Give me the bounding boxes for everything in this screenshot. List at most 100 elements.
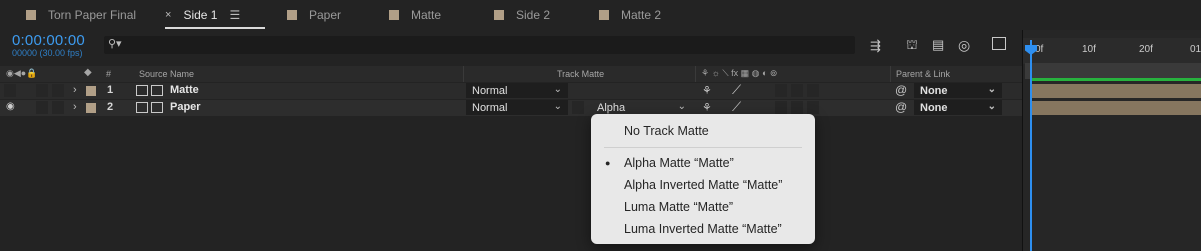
- label-color-swatch: [494, 10, 504, 20]
- frame-blending-icon[interactable]: ▤: [932, 37, 944, 53]
- parent-value: None: [920, 84, 948, 97]
- switch-cell[interactable]: [775, 101, 787, 114]
- solo-toggle[interactable]: [36, 84, 48, 97]
- layer-column-header: ◉◀●🔒 ◆ # Source Name Track Matte ⚘ ☼ ⟍ f…: [0, 66, 1022, 82]
- render-cache-indicator: [1032, 78, 1201, 81]
- time-ruler[interactable]: 0f 10f 20f 01: [1023, 38, 1201, 64]
- chevron-right-icon[interactable]: ›: [73, 84, 77, 96]
- switch-cell[interactable]: [807, 101, 819, 114]
- label-color-swatch[interactable]: [86, 103, 96, 113]
- solo-toggle[interactable]: [36, 101, 48, 114]
- blend-mode-dropdown[interactable]: Normal ⌄: [466, 100, 568, 115]
- label-color-swatch: [599, 10, 609, 20]
- menu-item-alpha-matte[interactable]: Alpha Matte “Matte”: [624, 156, 734, 170]
- chevron-down-icon: ⌄: [987, 101, 996, 112]
- layer-bar-paper[interactable]: [1030, 101, 1201, 115]
- tab-label: Matte 2: [621, 8, 662, 22]
- quality-icon[interactable]: ⟋: [732, 99, 741, 115]
- layer-row-paper[interactable]: ◉ › 2 Paper Normal ⌄ Alpha ⌄ ⚘ ⟋ @ None …: [0, 99, 1022, 116]
- visibility-toggle[interactable]: [4, 84, 16, 97]
- layer-type-icon: [151, 102, 163, 113]
- blend-mode-value: Normal: [472, 101, 508, 114]
- track-matte-menu: No Track Matte ● Alpha Matte “Matte” Alp…: [591, 114, 815, 244]
- chevron-down-icon: ⌄: [987, 84, 996, 95]
- tab-menu-icon[interactable]: ☰: [229, 8, 240, 22]
- menu-item-luma-matte[interactable]: Luma Matte “Matte”: [624, 200, 733, 214]
- shy-icon[interactable]: ⚘: [702, 101, 712, 114]
- tab-side-1[interactable]: × Side 1 ☰: [165, 0, 240, 30]
- pick-whip-icon[interactable]: @: [895, 83, 907, 97]
- parent-link-header: Parent & Link: [896, 69, 951, 79]
- switch-cell[interactable]: [791, 101, 803, 114]
- track-matte-dropdown[interactable]: Alpha ⌄: [592, 100, 692, 115]
- tab-label: Torn Paper Final: [48, 8, 137, 22]
- tab-side-2[interactable]: Side 2: [494, 0, 550, 30]
- parent-dropdown[interactable]: None ⌄: [914, 83, 1002, 98]
- parent-dropdown[interactable]: None ⌄: [914, 100, 1002, 115]
- tab-paper[interactable]: Paper: [287, 0, 341, 30]
- chevron-down-icon: ⌄: [677, 101, 686, 112]
- active-tab-indicator: [165, 27, 265, 29]
- label-color-swatch: [389, 10, 399, 20]
- lock-toggle[interactable]: [52, 84, 64, 97]
- quality-icon[interactable]: ⟋: [732, 82, 741, 98]
- parent-value: None: [920, 101, 948, 114]
- matte-toggle[interactable]: [572, 101, 584, 114]
- ruler-tick: 01: [1190, 44, 1201, 55]
- shy-icon[interactable]: ⚘: [702, 84, 712, 97]
- search-input[interactable]: ⚲▾: [104, 36, 855, 54]
- tab-matte-2[interactable]: Matte 2: [599, 0, 661, 30]
- chevron-down-icon: ⌄: [553, 84, 562, 95]
- layer-number-header: #: [106, 69, 112, 79]
- menu-item-alpha-inverted-matte[interactable]: Alpha Inverted Matte “Matte”: [624, 178, 782, 192]
- ruler-tick: 20f: [1139, 44, 1153, 55]
- blend-mode-value: Normal: [472, 84, 508, 97]
- menu-item-no-track-matte[interactable]: No Track Matte: [624, 124, 709, 138]
- comp-icon: [136, 102, 148, 113]
- blend-mode-dropdown[interactable]: Normal ⌄: [466, 83, 568, 98]
- graph-editor-icon[interactable]: [992, 37, 1006, 50]
- layer-name[interactable]: Matte: [170, 84, 199, 96]
- label-color-swatch: [26, 10, 36, 20]
- chevron-right-icon[interactable]: ›: [73, 101, 77, 113]
- pick-whip-icon[interactable]: @: [895, 100, 907, 114]
- chevron-down-icon: ⌄: [553, 101, 562, 112]
- close-icon[interactable]: ×: [165, 9, 171, 21]
- eye-icon[interactable]: ◉: [6, 101, 15, 112]
- search-icon: ⚲▾: [108, 38, 122, 50]
- composition-tab-bar: Torn Paper Final × Side 1 ☰ Paper Matte …: [0, 0, 1201, 30]
- label-color-swatch: [287, 10, 297, 20]
- switch-cell[interactable]: [791, 84, 803, 97]
- ruler-tick: 10f: [1082, 44, 1096, 55]
- motion-blur-icon[interactable]: ◎: [958, 37, 970, 54]
- tab-label: Matte: [411, 8, 442, 22]
- current-timecode[interactable]: 0:00:00:00: [12, 32, 85, 49]
- layer-name[interactable]: Paper: [170, 101, 201, 113]
- tab-torn-paper-final[interactable]: Torn Paper Final: [26, 0, 136, 30]
- frame-rate-readout: 00000 (30.00 fps): [12, 48, 83, 58]
- tab-label: Side 2: [516, 8, 551, 22]
- tab-matte[interactable]: Matte: [389, 0, 441, 30]
- menu-item-luma-inverted-matte[interactable]: Luma Inverted Matte “Matte”: [624, 222, 782, 236]
- layer-switches-icons: ⚘ ☼ ⟍ fx ▦ ◍ ◐ ⊚: [701, 68, 778, 78]
- layer-type-icon: [151, 85, 163, 96]
- switch-cell[interactable]: [807, 84, 819, 97]
- draft-3d-icon[interactable]: ⛫: [906, 37, 918, 55]
- av-switches-icon[interactable]: ◉◀●🔒: [6, 68, 37, 79]
- comp-icon: [136, 85, 148, 96]
- track-matte-value: Alpha: [597, 101, 626, 114]
- tab-label: Side 1: [183, 8, 218, 22]
- comp-flowchart-icon[interactable]: ⇶: [870, 38, 881, 54]
- source-name-header[interactable]: Source Name: [139, 69, 194, 79]
- selected-bullet-icon: ●: [605, 158, 611, 168]
- layer-number: 1: [107, 84, 114, 96]
- layer-row-matte[interactable]: › 1 Matte Normal ⌄ ⚘ ⟋ @ None ⌄: [0, 82, 1022, 99]
- current-time-indicator[interactable]: [1030, 40, 1032, 251]
- switch-cell[interactable]: [775, 84, 787, 97]
- work-area-bar[interactable]: [1025, 63, 1201, 79]
- lock-toggle[interactable]: [52, 101, 64, 114]
- track-matte-header: Track Matte: [557, 69, 605, 79]
- label-tag-icon[interactable]: ◆: [84, 67, 92, 78]
- label-color-swatch[interactable]: [86, 86, 96, 96]
- layer-bar-matte[interactable]: [1030, 84, 1201, 98]
